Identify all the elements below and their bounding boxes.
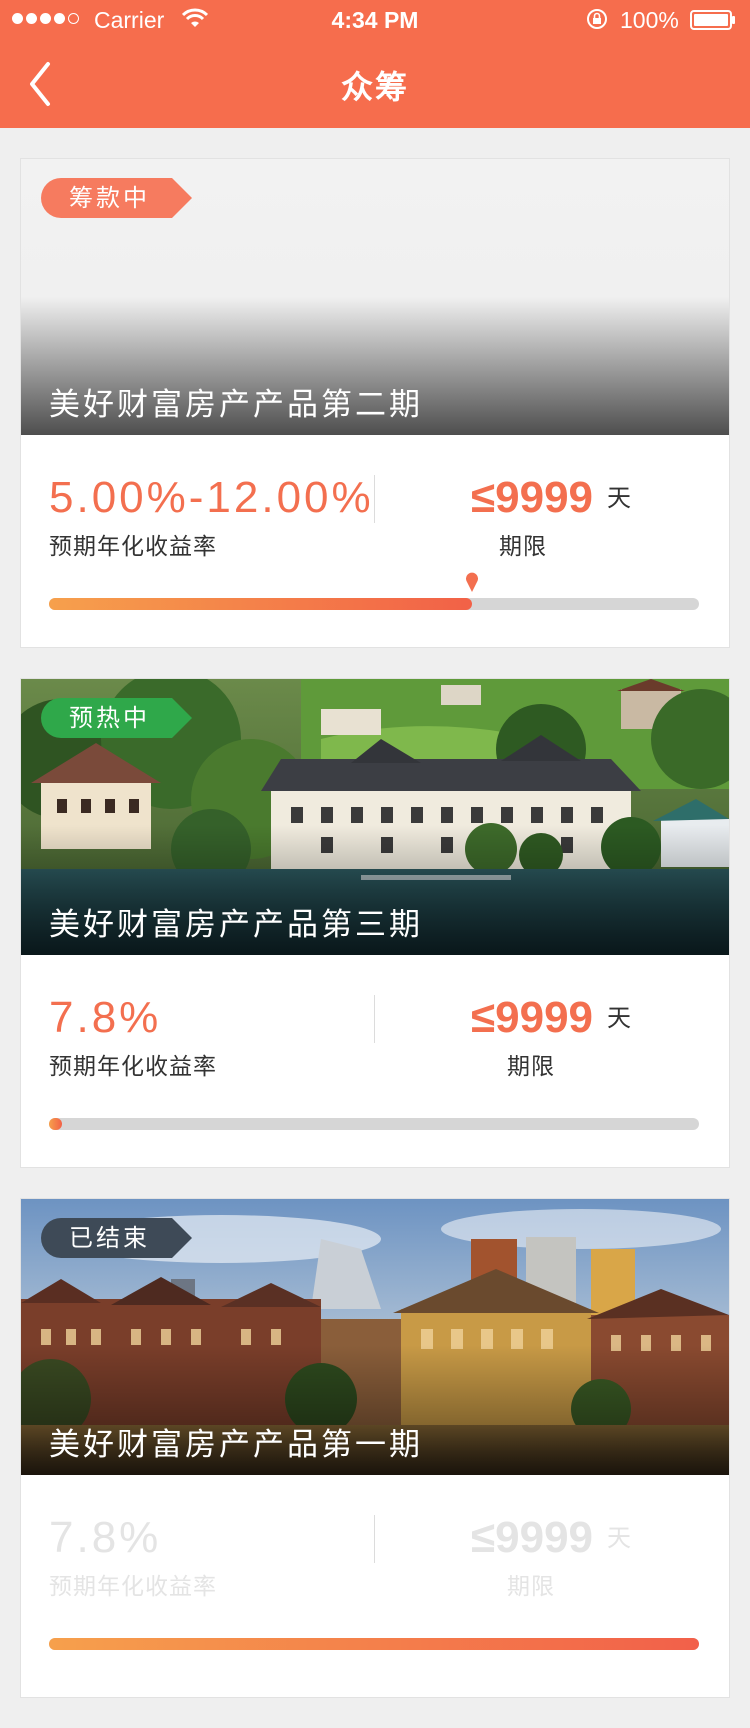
term: ≤9999 天: [471, 473, 631, 523]
product-title: 美好财富房产产品第一期: [49, 1427, 423, 1463]
expected-yield-label: 预期年化收益率: [49, 534, 217, 560]
status-tag: 已结束: [41, 1218, 192, 1258]
product-stats: 7.8% 预期年化收益率 ≤9999 天 期限: [21, 955, 729, 1130]
product-image: 已结束 美好财富房产产品第一期: [21, 1199, 729, 1475]
battery-percentage: 100%: [620, 7, 679, 33]
product-image: 预热中 美好财富房产产品第三期: [21, 679, 729, 955]
rotation-lock-icon: [587, 9, 607, 29]
product-card[interactable]: 筹款中 美好财富房产产品第二期 5.00%-12.00% 预期年化收益率 ≤99…: [20, 158, 730, 648]
term-value: ≤9999: [471, 993, 594, 1042]
product-title: 美好财富房产产品第三期: [49, 907, 423, 943]
progress-bar: [49, 1118, 699, 1130]
stats-divider: [374, 475, 375, 523]
status-tag: 预热中: [41, 698, 192, 738]
product-card[interactable]: 预热中 美好财富房产产品第三期 7.8% 预期年化收益率 ≤9999 天 期限: [20, 678, 730, 1168]
status-tag: 筹款中: [41, 178, 192, 218]
term: ≤9999 天: [471, 993, 631, 1043]
product-title: 美好财富房产产品第二期: [49, 387, 423, 423]
app-header: Carrier 4:34 PM 100% 众筹: [0, 0, 750, 128]
term-label: 期限: [507, 1054, 555, 1080]
product-stats: 7.8% 预期年化收益率 ≤9999 天 期限: [21, 1475, 729, 1650]
term-label: 期限: [507, 1574, 555, 1600]
term-value: ≤9999: [471, 1513, 594, 1562]
product-card[interactable]: 已结束 美好财富房产产品第一期 7.8% 预期年化收益率 ≤9999 天 期限: [20, 1198, 730, 1698]
term-unit: 天: [607, 1004, 632, 1032]
progress-fill: [49, 1118, 62, 1130]
product-stats: 5.00%-12.00% 预期年化收益率 ≤9999 天 期限: [21, 435, 729, 610]
progress-fill: [49, 598, 472, 610]
battery-icon: [690, 10, 735, 30]
product-image: 筹款中 美好财富房产产品第二期: [21, 159, 729, 435]
expected-yield-label: 预期年化收益率: [49, 1574, 217, 1600]
term-unit: 天: [607, 1524, 632, 1552]
expected-yield-label: 预期年化收益率: [49, 1054, 217, 1080]
expected-yield: 7.8%: [49, 993, 162, 1042]
progress-bar: [49, 572, 699, 610]
expected-yield: 7.8%: [49, 1513, 162, 1562]
term-unit: 天: [607, 484, 632, 512]
stats-divider: [374, 1515, 375, 1563]
expected-yield: 5.00%-12.00%: [49, 473, 374, 522]
progress-bar: [49, 1638, 699, 1650]
status-bar: Carrier 4:34 PM 100%: [0, 0, 750, 40]
term-value: ≤9999: [471, 473, 594, 522]
term-label: 期限: [499, 534, 547, 560]
page-title: 众筹: [340, 68, 409, 106]
term: ≤9999 天: [471, 1513, 631, 1563]
progress-marker-icon: [465, 572, 478, 592]
progress-fill: [49, 1638, 699, 1650]
stats-divider: [374, 995, 375, 1043]
